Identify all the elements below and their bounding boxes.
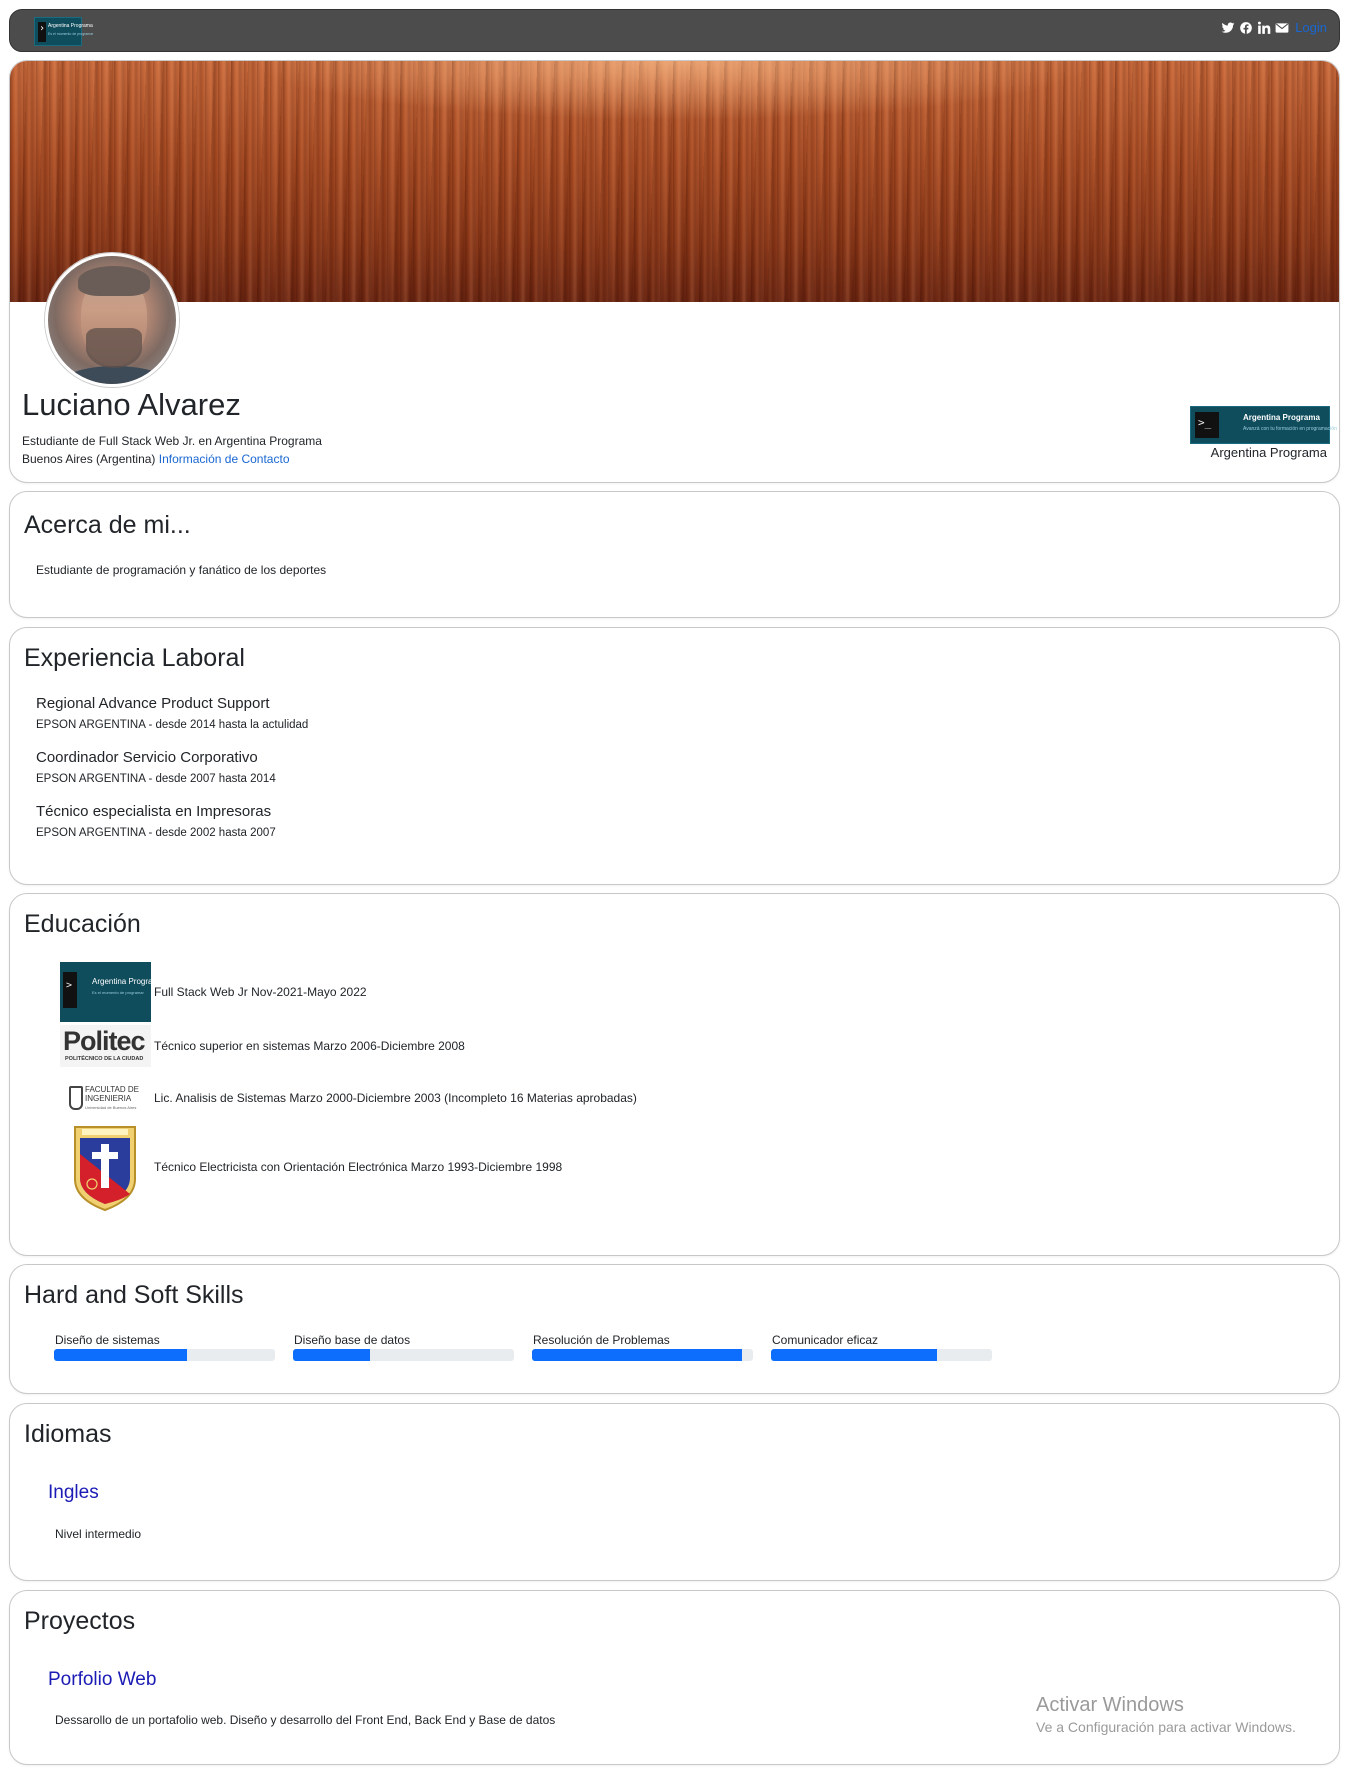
- skill-progress-bar: [532, 1349, 753, 1361]
- skill-progress-bar: [54, 1349, 275, 1361]
- politec-logo: Politec POLITÉCNICO DE LA CIUDAD: [60, 1025, 151, 1067]
- school-crest-logo: [60, 1122, 151, 1212]
- about-text: Estudiante de programación y fanático de…: [36, 563, 327, 577]
- politec-logo-subtext: POLITÉCNICO DE LA CIUDAD: [65, 1056, 144, 1062]
- navbar-logo-subtext: Es el momento de programar: [48, 32, 94, 36]
- skill-label: Diseño base de datos: [294, 1333, 411, 1347]
- skill-progress-fill: [293, 1349, 371, 1361]
- experience-item-title: Regional Advance Product Support: [36, 695, 270, 712]
- project-description: Dessarollo de un portafolio web. Diseño …: [55, 1713, 556, 1727]
- linkedin-icon[interactable]: [1257, 21, 1271, 35]
- skill-label: Resolución de Problemas: [533, 1333, 670, 1347]
- experience-heading: Experiencia Laboral: [24, 644, 245, 672]
- argentina-programa-logo[interactable]: Argentina Programa Avanzá con tu formaci…: [1190, 406, 1337, 444]
- terminal-prompt-icon: [63, 972, 77, 1008]
- experience-item-subtitle: EPSON ARGENTINA - desde 2007 hasta 2014: [36, 773, 276, 785]
- profile-location-line: Buenos Aires (Argentina) Información de …: [22, 452, 290, 466]
- politec-logo-text: Politec: [63, 1026, 146, 1056]
- projects-card: Proyectos Porfolio Web Dessarollo de un …: [9, 1590, 1340, 1765]
- twitter-icon[interactable]: [1221, 21, 1235, 35]
- skill-progress-fill: [771, 1349, 937, 1361]
- education-item: Argentina Programa Es el momento de prog…: [60, 962, 367, 1022]
- about-heading: Acerca de mi...: [24, 511, 191, 539]
- education-item: Técnico Electricista con Orientación Ele…: [60, 1122, 562, 1212]
- terminal-prompt-icon: [1195, 412, 1219, 438]
- profile-header-card: Luciano Alvarez Estudiante de Full Stack…: [9, 60, 1340, 483]
- facebook-icon[interactable]: [1239, 21, 1253, 35]
- skill-progress-bar: [293, 1349, 514, 1361]
- skills-card: Hard and Soft Skills Diseño de sistemas …: [9, 1264, 1340, 1394]
- skill-item: Diseño base de datos: [293, 1333, 514, 1361]
- education-item-text: Full Stack Web Jr Nov-2021-Mayo 2022: [154, 985, 367, 999]
- org-logo-text: Argentina Programa: [1243, 413, 1320, 422]
- terminal-prompt-icon: [38, 22, 46, 42]
- skill-label: Comunicador eficaz: [772, 1333, 879, 1347]
- education-item: Politec POLITÉCNICO DE LA CIUDAD Técnico…: [60, 1025, 465, 1067]
- languages-heading: Idiomas: [24, 1420, 112, 1448]
- projects-heading: Proyectos: [24, 1607, 136, 1635]
- experience-item-subtitle: EPSON ARGENTINA - desde 2014 hasta la ac…: [36, 719, 309, 731]
- education-item: FACULTAD DE INGENIERIA Universidad de Bu…: [60, 1077, 637, 1119]
- fi-logo-text: FACULTAD DE INGENIERIA: [85, 1085, 139, 1103]
- edu-logo-text: Argentina Programa: [92, 977, 164, 986]
- skill-item: Resolución de Problemas: [532, 1333, 753, 1361]
- profile-avatar: [45, 253, 179, 387]
- language-level: Nivel intermedio: [55, 1527, 142, 1541]
- contact-info-link[interactable]: Información de Contacto: [159, 452, 290, 466]
- profile-location: Buenos Aires (Argentina): [22, 452, 156, 466]
- education-item-text: Técnico Electricista con Orientación Ele…: [154, 1160, 563, 1174]
- school-crest-icon: [74, 1126, 136, 1212]
- experience-card: Experiencia Laboral Regional Advance Pro…: [9, 627, 1340, 885]
- profile-banner-image: [10, 61, 1339, 302]
- skills-heading: Hard and Soft Skills: [24, 1281, 244, 1309]
- org-logo-subtext: Avanzá con tu formación en programación: [1243, 426, 1337, 432]
- about-card: Acerca de mi... Estudiante de programaci…: [9, 491, 1340, 618]
- experience-item-subtitle: EPSON ARGENTINA - desde 2002 hasta 2007: [36, 827, 276, 839]
- edu-logo-subtext: Es el momento de programar: [92, 990, 144, 995]
- navbar-logo-text: Argentina Programa: [48, 23, 93, 29]
- login-link[interactable]: Login: [1295, 20, 1327, 35]
- skill-label: Diseño de sistemas: [55, 1333, 160, 1347]
- top-navbar: Argentina Programa Es el momento de prog…: [9, 9, 1340, 52]
- profile-title: Estudiante de Full Stack Web Jr. en Arge…: [22, 434, 322, 448]
- project-name: Porfolio Web: [48, 1669, 157, 1690]
- skill-progress-bar: [771, 1349, 992, 1361]
- skill-item: Comunicador eficaz: [771, 1333, 992, 1361]
- language-name: Ingles: [48, 1482, 99, 1503]
- experience-item-title: Coordinador Servicio Corporativo: [36, 749, 258, 766]
- languages-card: Idiomas Ingles Nivel intermedio: [9, 1403, 1340, 1581]
- education-card: Educación Argentina Programa Es el momen…: [9, 893, 1340, 1256]
- argentina-programa-logo: Argentina Programa Es el momento de prog…: [60, 962, 164, 1022]
- org-caption: Argentina Programa: [1210, 445, 1327, 460]
- facultad-ingenieria-logo: FACULTAD DE INGENIERIA Universidad de Bu…: [60, 1077, 151, 1119]
- envelope-icon[interactable]: [1275, 21, 1289, 35]
- social-links: Login: [1221, 20, 1327, 35]
- education-item-text: Lic. Analisis de Sistemas Marzo 2000-Dic…: [154, 1091, 637, 1105]
- education-item-text: Técnico superior en sistemas Marzo 2006-…: [154, 1039, 465, 1053]
- skill-progress-fill: [532, 1349, 742, 1361]
- shield-icon: [69, 1086, 83, 1110]
- skill-progress-fill: [54, 1349, 187, 1361]
- skill-item: Diseño de sistemas: [54, 1333, 275, 1361]
- experience-item-title: Técnico especialista en Impresoras: [36, 803, 272, 820]
- navbar-logo[interactable]: Argentina Programa Es el momento de prog…: [34, 17, 93, 46]
- education-heading: Educación: [24, 910, 141, 938]
- fi-logo-subtext: Universidad de Buenos Aires: [85, 1105, 137, 1110]
- profile-name: Luciano Alvarez: [22, 387, 241, 422]
